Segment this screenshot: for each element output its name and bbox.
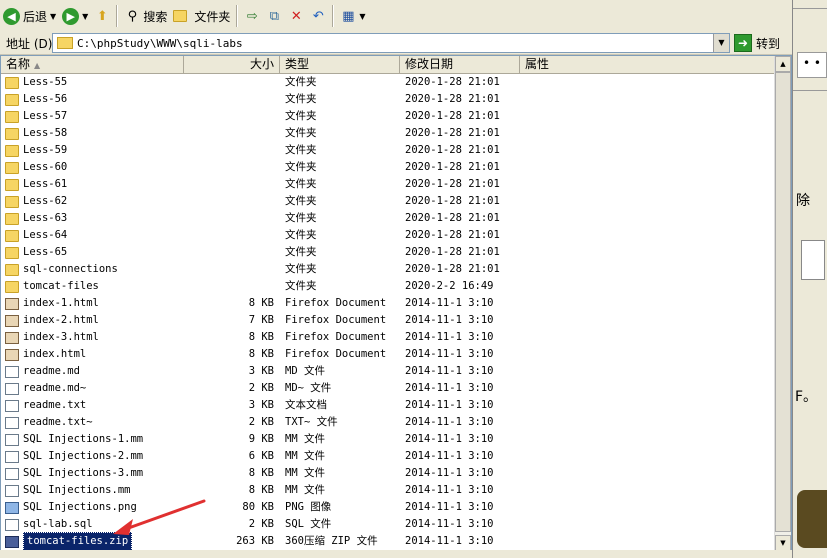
address-label: 地址 (D)	[6, 36, 53, 51]
views-button[interactable]: ▦ ▼	[337, 3, 368, 29]
file-list[interactable]: 名称 ▲ 大小 类型 修改日期 属性 Less-55 文件夹 2020-1-28 21…	[0, 55, 792, 552]
views-dropdown-icon[interactable]: ▼	[359, 12, 365, 21]
search-button[interactable]: ⚲ 搜索	[121, 3, 170, 29]
toolbar-divider	[332, 5, 335, 27]
side-text: F。	[795, 389, 818, 405]
go-arrow-icon: ➜	[734, 34, 752, 52]
side-box[interactable]	[801, 240, 825, 280]
views-icon: ▦	[342, 8, 355, 24]
toolbar: ◀ 后退 ▼ ▶ ▼ ⬆ ⚲ 搜索 文件夹 ⇨ ⧉ ✕ ↶ ▦ ▼	[0, 0, 792, 33]
toolbar-divider	[236, 5, 239, 27]
toolbar-divider	[116, 5, 119, 27]
more-button[interactable]: • •	[797, 52, 827, 78]
scroll-up-icon[interactable]: ▲	[775, 56, 791, 72]
address-dropdown-icon[interactable]: ▼	[713, 34, 729, 52]
scroll-down-icon[interactable]: ▼	[775, 535, 791, 551]
address-input[interactable]: C:\phpStudy\WWW\sqli-labs ▼	[52, 33, 730, 53]
delete-button[interactable]: ✕	[285, 3, 307, 29]
copy-to-icon: ⧉	[269, 8, 279, 24]
annotation-arrow	[113, 499, 206, 535]
delete-x-icon: ✕	[290, 8, 302, 24]
move-to-button[interactable]: ⇨	[241, 3, 263, 29]
back-label: 后退	[23, 9, 48, 24]
window-edge-strip	[793, 0, 827, 9]
vertical-scrollbar[interactable]: ▲ ▼	[774, 56, 791, 551]
status-strip	[0, 550, 792, 558]
undo-icon: ↶	[312, 8, 324, 24]
address-bar: 地址 (D) C:\phpStudy\WWW\sqli-labs ▼ ➜ 转到	[0, 32, 792, 55]
background-window-edge: • • 除 F。	[792, 0, 827, 558]
folder-icon	[57, 37, 73, 49]
undo-button[interactable]: ↶	[307, 3, 329, 29]
scrollbar-track[interactable]	[775, 72, 791, 532]
search-icon: ⚲	[127, 8, 138, 24]
folders-button[interactable]: 文件夹	[170, 3, 233, 29]
go-label: 转到	[756, 36, 781, 51]
back-button[interactable]: ◀ 后退 ▼	[0, 3, 59, 29]
background-image-fragment	[797, 490, 827, 548]
folders-label: 文件夹	[194, 9, 231, 24]
back-arrow-icon: ◀	[3, 7, 20, 25]
forward-button[interactable]: ▶ ▼	[59, 3, 91, 29]
delete-text: 除	[796, 193, 810, 209]
forward-dropdown-icon[interactable]: ▼	[82, 12, 88, 21]
divider	[793, 90, 827, 91]
up-folder-button[interactable]: ⬆	[91, 3, 113, 29]
address-path[interactable]: C:\phpStudy\WWW\sqli-labs	[77, 37, 243, 50]
up-folder-icon: ⬆	[96, 8, 108, 24]
folder-icon	[173, 10, 188, 22]
go-button[interactable]: ➜ 转到	[734, 34, 780, 52]
copy-to-button[interactable]: ⧉	[263, 3, 285, 29]
back-dropdown-icon[interactable]: ▼	[50, 12, 56, 21]
search-label: 搜索	[143, 9, 168, 24]
forward-arrow-icon: ▶	[62, 7, 80, 25]
move-to-icon: ⇨	[246, 8, 258, 24]
